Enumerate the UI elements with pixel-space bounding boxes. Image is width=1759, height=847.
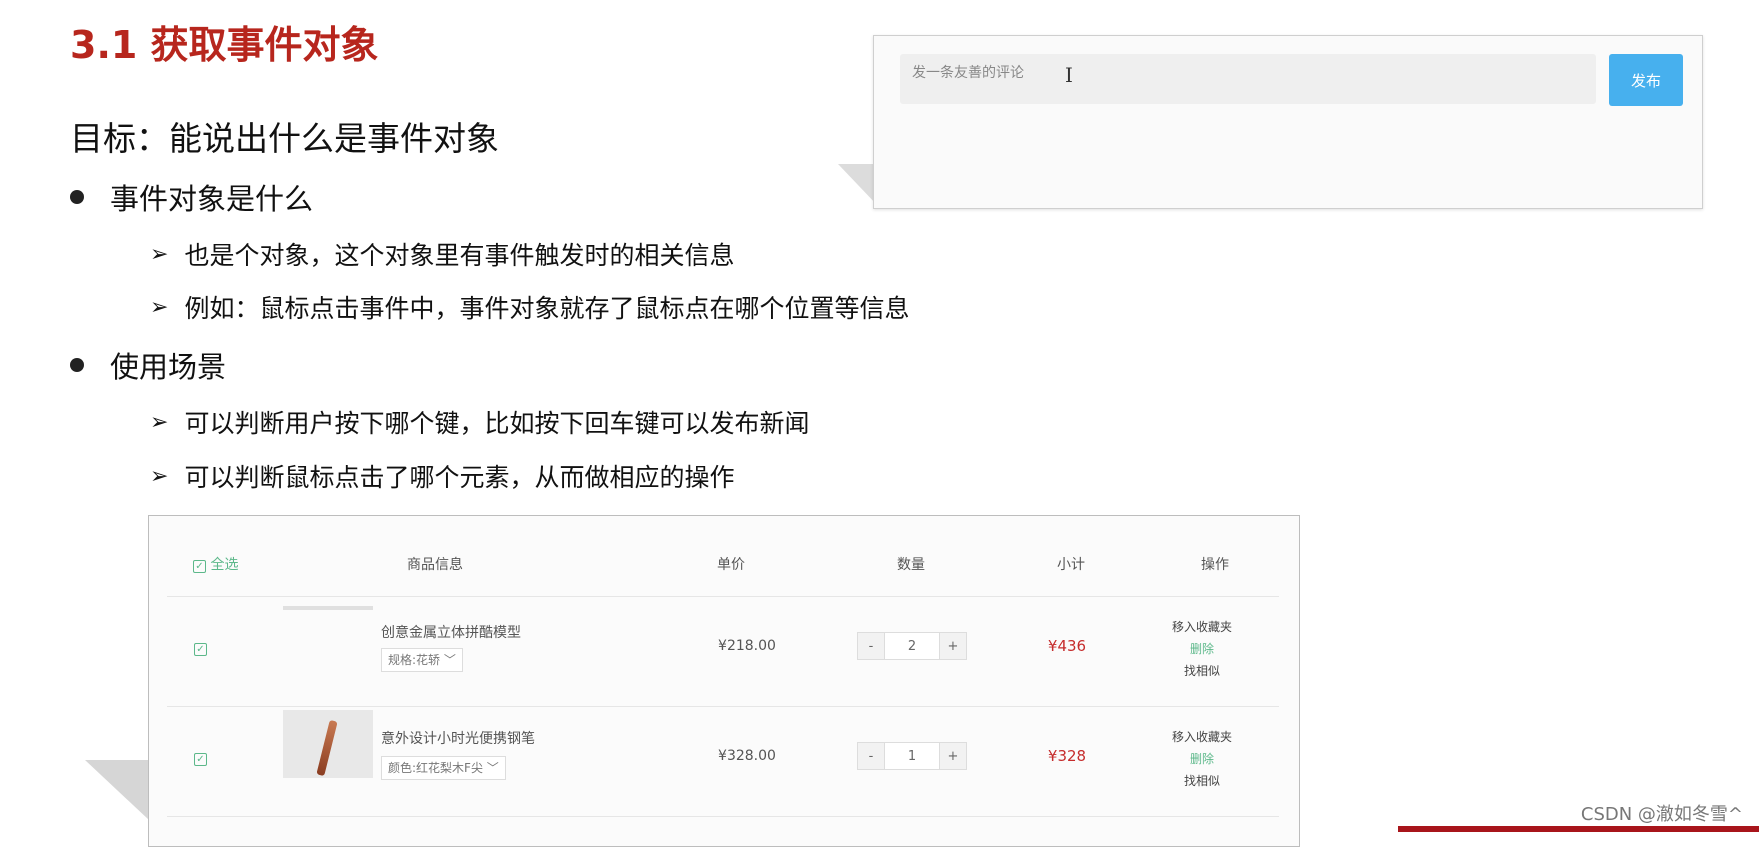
- cart-divider: [167, 816, 1279, 817]
- bullet-text: 使用场景: [110, 350, 227, 384]
- select-all-label: 全选: [210, 557, 239, 573]
- header-subtotal: 小计: [1057, 557, 1085, 573]
- bullet-text: 事件对象是什么: [110, 182, 314, 216]
- row-actions: 移入收藏夹 删除 找相似: [1157, 616, 1247, 682]
- product-spec-select[interactable]: 颜色:红花梨木F尖 ﹀: [381, 756, 506, 780]
- unit-price: ¥218.00: [718, 638, 776, 654]
- increase-button[interactable]: +: [940, 743, 966, 769]
- row-checkbox-icon[interactable]: ✓: [194, 643, 207, 656]
- quantity-value[interactable]: 2: [884, 633, 940, 659]
- sub-bullet-item: ➢ 可以判断用户按下哪个键，比如按下回车键可以发布新闻: [150, 404, 809, 440]
- cart-panel-shadow: [85, 760, 149, 820]
- sub-bullet-item: ➢ 可以判断鼠标点击了哪个元素，从而做相应的操作: [150, 458, 734, 494]
- cart-row: ✓ 意外设计小时光便携钢笔 颜色:红花梨木F尖 ﹀ ¥328.00 - 1 + …: [167, 708, 1279, 816]
- cart-panel: ✓ 全选 商品信息 单价 数量 小计 操作 ✓ 创意金属立体拼酷模型 规格:花轿…: [148, 515, 1300, 847]
- quantity-stepper: - 1 +: [857, 742, 967, 770]
- product-spec-select[interactable]: 规格:花轿 ﹀: [381, 648, 463, 672]
- product-image: [283, 606, 373, 610]
- move-to-favorites-link[interactable]: 移入收藏夹: [1157, 616, 1247, 638]
- find-similar-link[interactable]: 找相似: [1157, 770, 1247, 792]
- header-unit-price: 单价: [717, 557, 745, 573]
- header-actions: 操作: [1201, 557, 1229, 573]
- quantity-stepper: - 2 +: [857, 632, 967, 660]
- product-name[interactable]: 创意金属立体拼酷模型: [381, 622, 521, 642]
- sub-bullet-text: 可以判断用户按下哪个键，比如按下回车键可以发布新闻: [184, 409, 810, 438]
- decrease-button[interactable]: -: [858, 743, 884, 769]
- watermark: CSDN @澈如冬雪^: [1580, 804, 1743, 825]
- pen-image-icon: [316, 719, 338, 777]
- delete-link[interactable]: 删除: [1157, 748, 1247, 770]
- move-to-favorites-link[interactable]: 移入收藏夹: [1157, 726, 1247, 748]
- comment-panel-shadow: [838, 164, 878, 206]
- header-product-info: 商品信息: [407, 557, 463, 573]
- sub-bullet-item: ➢ 也是个对象，这个对象里有事件触发时的相关信息: [150, 236, 734, 272]
- sub-bullet-text: 也是个对象，这个对象里有事件触发时的相关信息: [184, 241, 735, 270]
- arrow-bullet-icon: ➢: [150, 241, 169, 267]
- bullet-dot-icon: [70, 358, 84, 372]
- decrease-button[interactable]: -: [858, 633, 884, 659]
- sub-bullet-text: 例如：鼠标点击事件中，事件对象就存了鼠标点在哪个位置等信息: [184, 294, 910, 323]
- comment-panel: 发一条友善的评论 I 发布: [873, 35, 1703, 209]
- text-cursor-icon: I: [1065, 63, 1073, 87]
- bullet-item: 使用场景: [70, 344, 226, 386]
- select-all-checkbox[interactable]: ✓ 全选: [193, 554, 238, 574]
- cart-divider: [167, 706, 1279, 707]
- unit-price: ¥328.00: [718, 748, 776, 764]
- find-similar-link[interactable]: 找相似: [1157, 660, 1247, 682]
- sub-bullet-text: 可以判断鼠标点击了哪个元素，从而做相应的操作: [184, 463, 735, 492]
- sub-bullet-item: ➢ 例如：鼠标点击事件中，事件对象就存了鼠标点在哪个位置等信息: [150, 289, 909, 325]
- row-checkbox-icon[interactable]: ✓: [194, 753, 207, 766]
- comment-input[interactable]: 发一条友善的评论: [900, 54, 1596, 104]
- cart-header: ✓ 全选 商品信息 单价 数量 小计 操作: [167, 546, 1279, 596]
- row-actions: 移入收藏夹 删除 找相似: [1157, 726, 1247, 792]
- product-name[interactable]: 意外设计小时光便携钢笔: [381, 728, 535, 748]
- footer-accent-bar: [1398, 826, 1759, 832]
- quantity-value[interactable]: 1: [884, 743, 940, 769]
- arrow-bullet-icon: ➢: [150, 294, 169, 320]
- bullet-dot-icon: [70, 190, 84, 204]
- arrow-bullet-icon: ➢: [150, 409, 169, 435]
- slide-title: 3.1 获取事件对象: [70, 23, 379, 67]
- arrow-bullet-icon: ➢: [150, 463, 169, 489]
- checkbox-icon: ✓: [193, 560, 206, 573]
- subtotal-value: ¥328: [1047, 747, 1087, 765]
- product-image: [283, 710, 373, 778]
- bullet-item: 事件对象是什么: [70, 176, 313, 218]
- delete-link[interactable]: 删除: [1157, 638, 1247, 660]
- subtotal-value: ¥436: [1047, 637, 1087, 655]
- header-quantity: 数量: [897, 557, 925, 573]
- publish-button[interactable]: 发布: [1609, 54, 1683, 106]
- increase-button[interactable]: +: [940, 633, 966, 659]
- cart-row: ✓ 创意金属立体拼酷模型 规格:花轿 ﹀ ¥218.00 - 2 + ¥436 …: [167, 598, 1279, 706]
- cart-divider: [167, 596, 1279, 597]
- slide-goal: 目标：能说出什么是事件对象: [70, 119, 499, 158]
